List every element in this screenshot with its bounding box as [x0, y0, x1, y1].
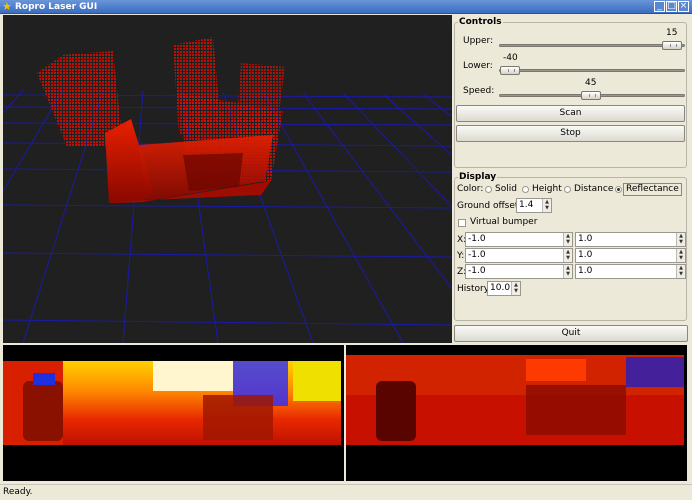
x-max-value: 1.0: [578, 234, 593, 244]
color-distance-radio[interactable]: [564, 186, 571, 193]
spin-arrows-icon[interactable]: ▲ ▼: [542, 199, 551, 212]
spin-arrows-icon[interactable]: ▲ ▼: [563, 265, 572, 278]
spin-arrows-icon[interactable]: ▲ ▼: [676, 233, 685, 246]
x-max-spinbox[interactable]: 1.0 ▲ ▼: [575, 232, 686, 247]
color-reflectance-radio[interactable]: [615, 186, 622, 193]
ground-offset-label: Ground offset:: [457, 201, 522, 211]
color-height-radio[interactable]: [522, 186, 529, 193]
upper-label: Upper:: [463, 36, 494, 46]
range-image-view: [3, 345, 344, 481]
scan-button[interactable]: Scan: [456, 105, 685, 122]
history-value: 10.0: [490, 283, 511, 293]
title-bar: ★ Ropro Laser GUI _ □ ×: [0, 0, 692, 14]
display-group-title: Display: [458, 172, 498, 183]
x-min-value: -1.0: [468, 234, 486, 244]
spin-arrows-icon[interactable]: ▲ ▼: [676, 265, 685, 278]
quit-button[interactable]: Quit: [454, 325, 688, 342]
upper-value: 15: [666, 28, 678, 38]
color-distance-label[interactable]: Distance: [574, 184, 613, 195]
upper-slider[interactable]: [499, 44, 685, 47]
y-max-value: 1.0: [578, 250, 593, 260]
status-bar: Ready.: [0, 484, 692, 500]
lower-slider-thumb[interactable]: [500, 66, 520, 75]
virtual-bumper-checkbox[interactable]: [458, 219, 466, 227]
virtual-bumper-label[interactable]: Virtual bumper: [470, 217, 537, 228]
color-solid-radio[interactable]: [485, 186, 492, 193]
close-icon[interactable]: ×: [678, 1, 689, 12]
color-height-label[interactable]: Height: [532, 184, 562, 195]
history-spinbox[interactable]: 10.0 ▲ ▼: [487, 281, 521, 296]
display-group: Display Color: Solid Height Distance Ref…: [454, 172, 687, 321]
color-reflectance-label[interactable]: Reflectance: [623, 183, 682, 196]
reflectance-image-view: [346, 345, 687, 481]
status-text: Ready.: [3, 487, 33, 497]
z-min-value: -1.0: [468, 266, 486, 276]
speed-value: 45: [585, 78, 597, 88]
lower-slider[interactable]: [499, 69, 685, 72]
z-max-value: 1.0: [578, 266, 593, 276]
controls-group-title: Controls: [458, 17, 503, 28]
lower-value: -40: [503, 53, 518, 63]
point-cloud-3d-view[interactable]: [3, 15, 452, 343]
ground-offset-value: 1.4: [519, 200, 534, 210]
app-star-icon: ★: [2, 0, 12, 13]
maximize-icon[interactable]: □: [666, 1, 677, 12]
window-title: Ropro Laser GUI: [15, 2, 98, 12]
y-min-value: -1.0: [468, 250, 486, 260]
y-min-spinbox[interactable]: -1.0 ▲ ▼: [465, 248, 573, 263]
x-min-spinbox[interactable]: -1.0 ▲ ▼: [465, 232, 573, 247]
minimize-icon[interactable]: _: [654, 1, 665, 12]
upper-slider-thumb[interactable]: [662, 41, 682, 50]
spin-arrows-icon[interactable]: ▲ ▼: [511, 282, 520, 295]
color-label: Color:: [457, 184, 484, 194]
controls-group: Controls Upper: 15 Lower: -40 Speed: 45 …: [454, 17, 687, 168]
y-max-spinbox[interactable]: 1.0 ▲ ▼: [575, 248, 686, 263]
speed-label: Speed:: [463, 86, 495, 96]
spin-arrows-icon[interactable]: ▲ ▼: [563, 233, 572, 246]
stop-button[interactable]: Stop: [456, 125, 685, 142]
ground-offset-spinbox[interactable]: 1.4 ▲ ▼: [516, 198, 552, 213]
z-min-spinbox[interactable]: -1.0 ▲ ▼: [465, 264, 573, 279]
z-max-spinbox[interactable]: 1.0 ▲ ▼: [575, 264, 686, 279]
spin-arrows-icon[interactable]: ▲ ▼: [676, 249, 685, 262]
lower-label: Lower:: [463, 61, 493, 71]
color-solid-label[interactable]: Solid: [495, 184, 517, 195]
speed-slider-thumb[interactable]: [581, 91, 601, 100]
control-panel: Controls Upper: 15 Lower: -40 Speed: 45 …: [453, 15, 689, 343]
spin-arrows-icon[interactable]: ▲ ▼: [563, 249, 572, 262]
y-label: Y:: [457, 251, 465, 261]
